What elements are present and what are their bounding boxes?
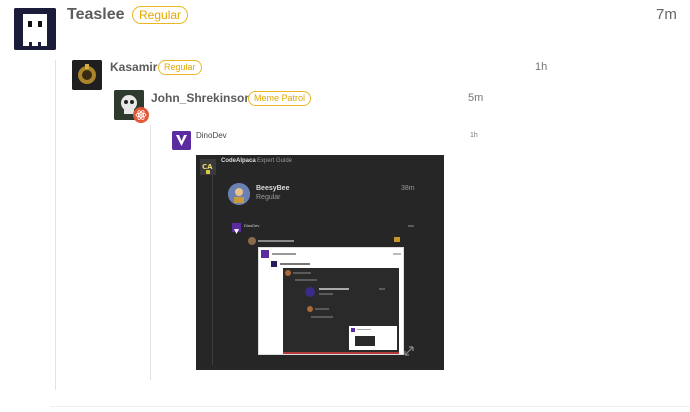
- nested-dark-name-bar-4: [315, 308, 329, 310]
- nested-dinodev-avatar: [232, 223, 241, 234]
- beesybee-role: Regular: [256, 194, 281, 201]
- codealpaca-avatar: CA: [200, 159, 216, 175]
- nested-light-name-bar-2: [280, 263, 310, 265]
- nested-light-avatar-2: [271, 261, 277, 267]
- dinodev-time[interactable]: 1h: [470, 132, 478, 139]
- shrek-username[interactable]: John_Shrekinson: [151, 91, 252, 105]
- beesybee-avatar: [228, 183, 250, 205]
- nested-pencil-icon: [394, 237, 400, 242]
- nested-dark-inner: [283, 268, 399, 352]
- nested-dark-avatar-2: [305, 287, 315, 297]
- teaslee-username[interactable]: Teaslee: [67, 6, 125, 24]
- nested-light-inner-avatar: [351, 328, 355, 332]
- kasamir-avatar[interactable]: [72, 60, 102, 90]
- dinodev-avatar[interactable]: [172, 131, 191, 150]
- kasamir-badge: Regular: [158, 60, 202, 75]
- thread-line-outer: [55, 60, 56, 390]
- nested-dark-avatar-3: [307, 306, 313, 312]
- nested-time-bar: [408, 225, 414, 227]
- dinodev-username[interactable]: DinoDev: [196, 131, 227, 140]
- beesybee-time: 38m: [401, 185, 415, 192]
- nested-name-bar-2: [258, 240, 294, 242]
- bottom-divider: [50, 406, 690, 407]
- nested-light-inner-dark: [355, 336, 375, 346]
- teaslee-badge: Regular: [132, 6, 189, 24]
- beesybee-username: BeesyBee: [256, 185, 290, 192]
- nested-dark-avatar: [285, 270, 291, 276]
- ghost-avatar-icon: [14, 8, 56, 50]
- nested-dark-name-bar-5: [311, 316, 333, 318]
- shrek-badge: Meme Patrol: [248, 91, 312, 106]
- embedded-screenshot[interactable]: CA CodeAlpaca Expert Guide BeesyBee Regu…: [196, 155, 444, 370]
- nested-dinodev-username: DinoDev: [244, 223, 260, 228]
- thread-line-inner: [150, 125, 151, 380]
- expand-arrows-icon[interactable]: [404, 346, 414, 356]
- nested-dark-role-bar: [319, 293, 333, 295]
- nested-light-avatar: [261, 250, 269, 258]
- kasamir-username[interactable]: Kasamir: [110, 60, 157, 74]
- nested-dark-name-bar: [293, 272, 311, 274]
- react-logo-icon: [133, 107, 149, 123]
- svg-text:CA: CA: [202, 163, 213, 171]
- kasamir-time[interactable]: 1h: [535, 61, 547, 73]
- codealpaca-role: Expert Guide: [257, 158, 293, 164]
- nested-light-panel: [258, 247, 404, 355]
- nested-avatar-2: [248, 237, 256, 245]
- nested-dark-time-bar: [379, 288, 385, 290]
- nested-dark-name-bar-3: [319, 288, 349, 290]
- shrek-time[interactable]: 5m: [468, 92, 483, 104]
- nested-light-inner-bar: [357, 329, 371, 330]
- teaslee-avatar[interactable]: [14, 8, 56, 50]
- nested-dark-sub-bar: [295, 279, 317, 281]
- nested-light-time-bar: [393, 253, 401, 255]
- teaslee-time[interactable]: 7m: [656, 6, 677, 23]
- shot-thread-line: [212, 175, 213, 365]
- nested-light-inner: [349, 326, 397, 350]
- nested-light-name-bar: [272, 253, 296, 255]
- dinodev-logo-icon: [172, 131, 191, 150]
- nested-red-line: [283, 352, 399, 354]
- codealpaca-username: CodeAlpaca: [221, 158, 256, 164]
- gold-emblem-avatar-icon: [72, 60, 102, 90]
